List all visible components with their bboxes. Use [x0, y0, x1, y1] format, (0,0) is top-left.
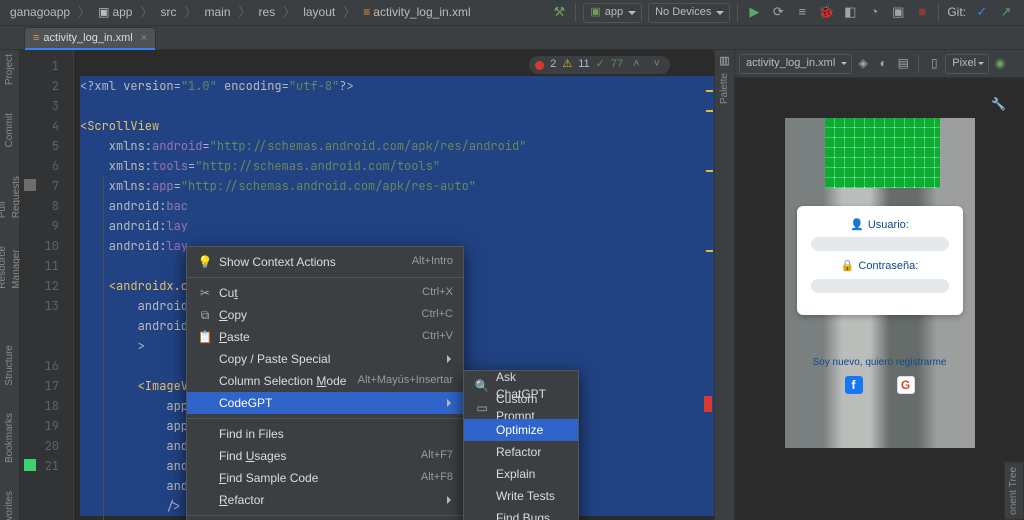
- tab-file[interactable]: ≡ activity_log_in.xml ×: [24, 27, 156, 49]
- menu-item[interactable]: Refactor: [464, 441, 578, 463]
- codegpt-submenu[interactable]: 🔍Ask ChatGPT▭Custom PromptOptimizeRefact…: [463, 370, 579, 520]
- menu-item[interactable]: Refactor: [187, 489, 463, 511]
- run-icon[interactable]: ▶: [745, 4, 763, 22]
- run-config-combo[interactable]: ▣app: [583, 3, 642, 23]
- profile-icon[interactable]: ◔: [865, 4, 883, 22]
- menu-item[interactable]: ▭Custom Prompt: [464, 397, 578, 419]
- device-type-combo[interactable]: Pixel: [945, 54, 989, 74]
- facebook-icon: f: [845, 376, 863, 394]
- editor-tabs: ≡ activity_log_in.xml ×: [0, 26, 1024, 50]
- device-combo[interactable]: No Devices: [648, 3, 730, 23]
- tab-label: activity_log_in.xml: [43, 31, 132, 46]
- context-menu[interactable]: 💡Show Context ActionsAlt+Intro ✂CutCtrl+X…: [186, 246, 464, 520]
- debug-icon[interactable]: 🐞: [817, 4, 835, 22]
- crumb[interactable]: ganagoapp: [6, 2, 74, 23]
- breadcrumb-bar: ganagoapp〉 ▣app〉 src〉 main〉 res〉 layout〉…: [0, 0, 1024, 26]
- design-file-combo[interactable]: activity_log_in.xml: [739, 54, 852, 74]
- menu-item[interactable]: CodeGPT: [187, 392, 463, 414]
- device-frame: 👤 Usuario: 🔒Contraseña: Soy nuevo, quiero…: [785, 118, 975, 448]
- crumb[interactable]: layout: [299, 2, 339, 23]
- crumb[interactable]: main: [201, 2, 235, 23]
- menu-item[interactable]: Explain: [464, 463, 578, 485]
- rail-commit[interactable]: Commit: [3, 113, 17, 147]
- pass-input-preview: [811, 279, 949, 293]
- left-tool-rail: Project Commit Pull Requests Resource Ma…: [0, 50, 20, 520]
- close-icon[interactable]: ×: [141, 31, 147, 46]
- git-push-icon[interactable]: ↗: [997, 4, 1015, 22]
- design-surface-icon[interactable]: ◈: [854, 55, 872, 73]
- rail-bookmarks[interactable]: Bookmarks: [3, 413, 17, 463]
- wrench-icon[interactable]: 🔧: [991, 96, 1006, 113]
- menu-item[interactable]: Find UsagesAlt+F7: [187, 445, 463, 467]
- lock-icon: 🔒: [841, 259, 855, 274]
- rail-project[interactable]: Project: [3, 54, 17, 85]
- menu-item[interactable]: Copy / Paste Special: [187, 348, 463, 370]
- stop-icon: ■: [913, 4, 931, 22]
- night-mode-icon[interactable]: ▤: [894, 55, 912, 73]
- rail-structure[interactable]: Structure: [3, 345, 17, 386]
- crumb[interactable]: ▣app: [94, 2, 136, 23]
- menu-item[interactable]: Column Selection ModeAlt+Mayús+Insertar: [187, 370, 463, 392]
- layout-preview[interactable]: 🔧 👤 Usuario: 🔒Contraseña: Soy nuevo, quie…: [735, 78, 1024, 520]
- error-mark: [704, 396, 712, 412]
- inspection-summary[interactable]: 2 ⚠11 ✓77 ˄ ˅: [529, 56, 670, 74]
- palette-rail[interactable]: ▥ Palette: [714, 50, 734, 520]
- menu-item[interactable]: 📋PasteCtrl+V: [187, 326, 463, 348]
- apply-code-icon[interactable]: ≡: [793, 4, 811, 22]
- menu-item[interactable]: Optimize: [464, 419, 578, 441]
- crumb-file[interactable]: ≡activity_log_in.xml: [359, 2, 474, 23]
- palette-label: Palette: [718, 73, 732, 104]
- component-tree-tab[interactable]: onent Tree: [1004, 462, 1024, 520]
- menu-item[interactable]: 💡Show Context ActionsAlt+Intro: [187, 251, 463, 273]
- register-link: Soy nuevo, quiero registrarme: [785, 356, 975, 370]
- crumb[interactable]: res: [255, 2, 280, 23]
- error-stripe: [704, 50, 714, 520]
- hammer-icon[interactable]: ⚒: [550, 4, 568, 22]
- chevron-down-icon[interactable]: ˅: [654, 57, 660, 72]
- menu-item[interactable]: Write Tests: [464, 485, 578, 507]
- android-api-icon[interactable]: ◉: [991, 55, 1009, 73]
- device-icon[interactable]: ▯: [925, 55, 943, 73]
- google-icon: G: [897, 376, 915, 394]
- rail-favorites[interactable]: Favorites: [3, 491, 17, 520]
- menu-item[interactable]: Find Bugs: [464, 507, 578, 520]
- git-update-icon[interactable]: ✓: [973, 4, 991, 22]
- user-input-preview: [811, 237, 949, 251]
- check-icon: ✓: [596, 57, 605, 72]
- menu-item[interactable]: Find in Files: [187, 423, 463, 445]
- menu-item[interactable]: ✂CutCtrl+X: [187, 282, 463, 304]
- chevron-up-icon[interactable]: ˄: [633, 57, 639, 72]
- user-label: Usuario:: [868, 218, 909, 233]
- user-icon: 👤: [850, 218, 864, 233]
- menu-item[interactable]: ⧉CopyCtrl+C: [187, 304, 463, 326]
- apply-changes-icon[interactable]: ⟳: [769, 4, 787, 22]
- pass-label: Contraseña:: [858, 259, 918, 274]
- login-card: 👤 Usuario: 🔒Contraseña:: [797, 206, 963, 315]
- warning-icon: ⚠: [562, 57, 572, 72]
- git-label: Git:: [943, 2, 970, 23]
- gutter: 12345678910111213161718192021: [20, 50, 74, 520]
- error-icon: [535, 61, 544, 70]
- menu-item[interactable]: Find Sample CodeAlt+F8: [187, 467, 463, 489]
- crumb[interactable]: src: [156, 2, 180, 23]
- preview-grid: [825, 118, 940, 188]
- orientation-icon[interactable]: ◐: [874, 55, 892, 73]
- design-panel: activity_log_in.xml ◈ ◐ ▤ ▯ Pixel ◉ 🔧 👤 U…: [734, 50, 1024, 520]
- coverage-icon[interactable]: ◧: [841, 4, 859, 22]
- app-inspect-icon[interactable]: ▣: [889, 4, 907, 22]
